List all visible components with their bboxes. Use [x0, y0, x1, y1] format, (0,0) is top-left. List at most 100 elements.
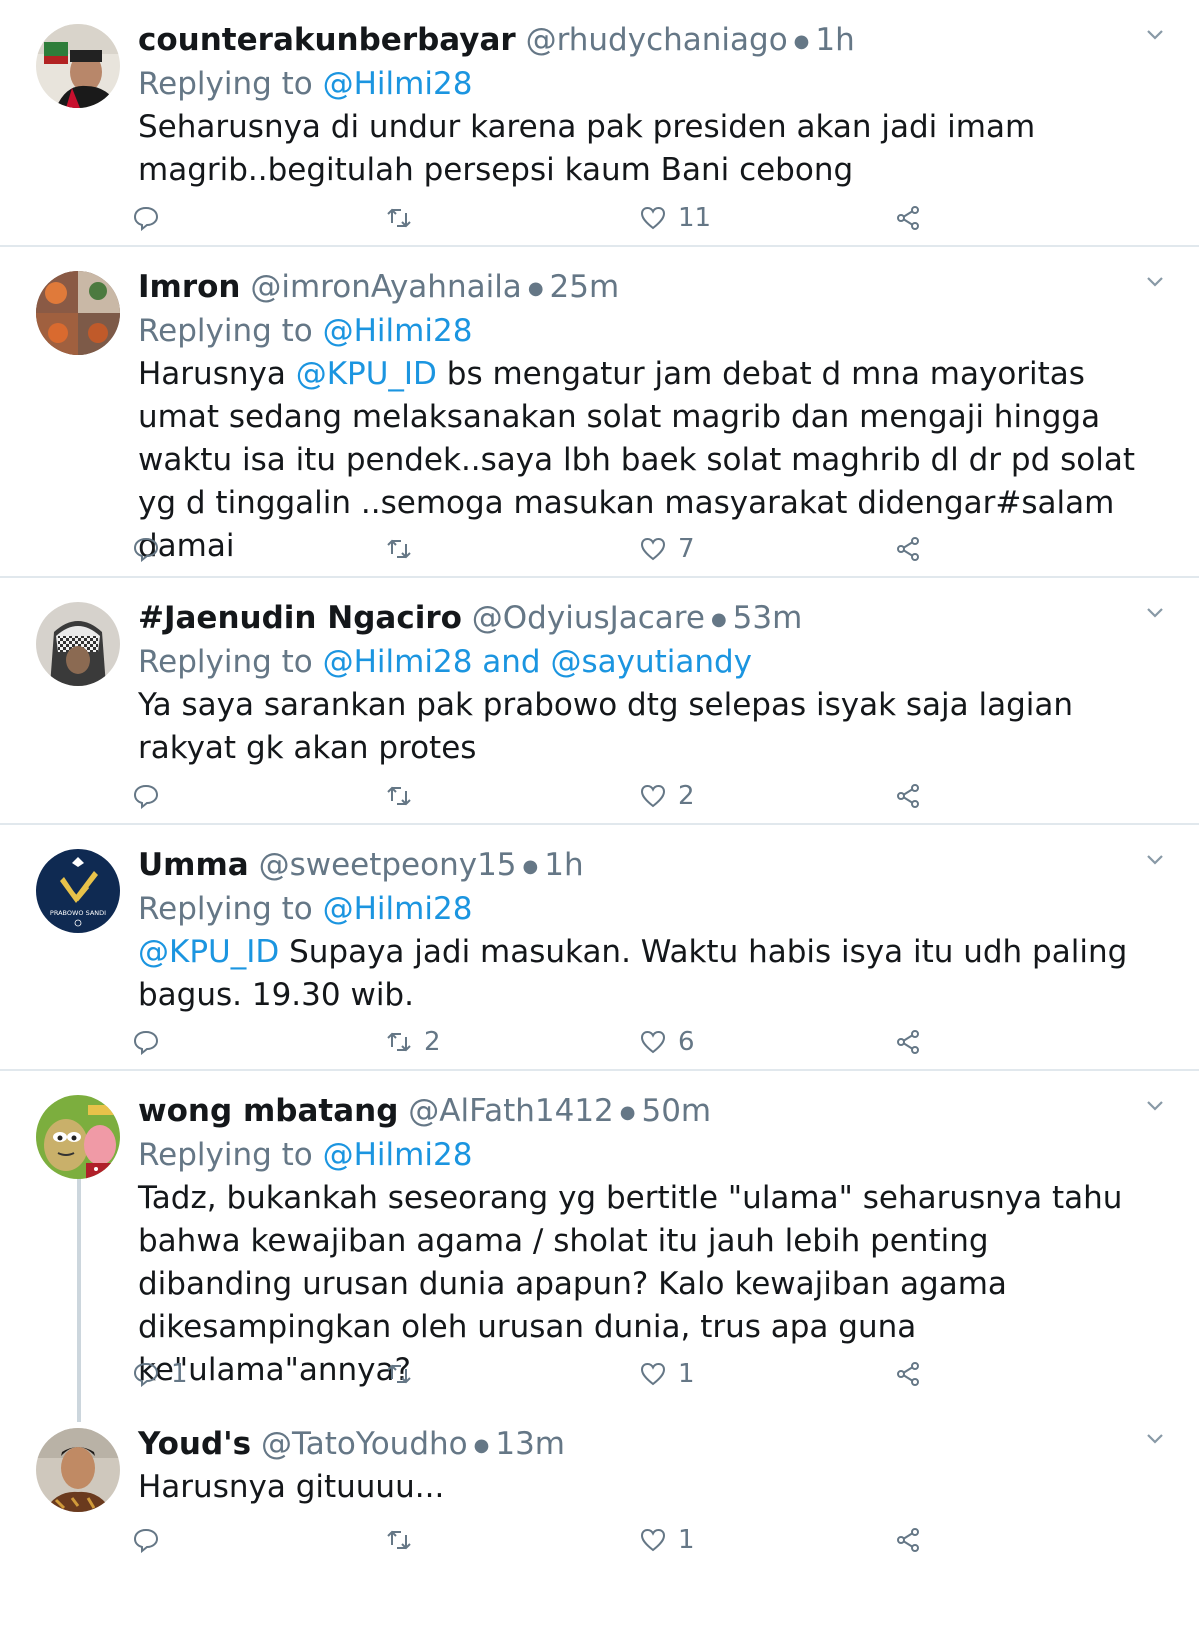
- tweet-text-prefix: Harusnya: [138, 356, 296, 392]
- timestamp[interactable]: 53m: [733, 600, 803, 636]
- retweet-icon: [387, 1530, 411, 1550]
- retweet-icon: [387, 1364, 411, 1384]
- tweet-text-content: Ya saya sarankan pak prabowo dtg selepas…: [138, 687, 1074, 766]
- replying-to-line: Replying to @Hilmi28: [138, 309, 472, 353]
- display-name[interactable]: wong mbatang: [138, 1093, 398, 1129]
- like-button[interactable]: 1: [640, 1354, 695, 1394]
- retweet-button[interactable]: 2: [386, 1022, 441, 1062]
- separator-dot: ●: [710, 608, 727, 630]
- user-avatar[interactable]: [36, 1095, 120, 1179]
- mention-link[interactable]: @Hilmi28: [323, 66, 473, 102]
- tweet-text: Harusnya gituuuu...: [138, 1466, 1148, 1509]
- retweet-icon: [387, 208, 411, 228]
- share-button[interactable]: [895, 198, 921, 238]
- chevron-down-icon[interactable]: [1144, 1428, 1166, 1450]
- share-icon: [897, 537, 919, 561]
- user-avatar[interactable]: [36, 602, 120, 686]
- tweet[interactable]: #Jaenudin Ngaciro @OdyiusJacare ● 53m Repl…: [0, 578, 1199, 824]
- like-button[interactable]: 7: [640, 529, 695, 569]
- like-button[interactable]: 1: [640, 1520, 695, 1560]
- reply-button[interactable]: 1: [133, 1354, 188, 1394]
- tweet-text-content: Harusnya gituuuu...: [138, 1469, 445, 1505]
- tweet[interactable]: counterakunberbayar @rhudychaniago ● 1h Re…: [0, 0, 1199, 246]
- like-button[interactable]: 6: [640, 1022, 695, 1062]
- user-handle[interactable]: @imronAyahnaila: [250, 269, 521, 305]
- like-count: 6: [678, 1027, 695, 1057]
- tweet-text-content: Supaya jadi masukan. Waktu habis isya it…: [138, 934, 1128, 1013]
- reply-icon: [133, 784, 159, 809]
- user-avatar[interactable]: PRABOWO SANDI: [36, 849, 120, 933]
- chevron-down-icon[interactable]: [1144, 24, 1166, 46]
- user-handle[interactable]: @sweetpeony15: [259, 847, 517, 883]
- share-button[interactable]: [895, 529, 921, 569]
- display-name[interactable]: counterakunberbayar: [138, 22, 516, 58]
- tweet[interactable]: Imron @imronAyahnaila ● 25m Replying to @H…: [0, 247, 1199, 577]
- tweet[interactable]: PRABOWO SANDI Umma @sweetpeony15 ● 1h Repl…: [0, 825, 1199, 1070]
- share-icon: [897, 1528, 919, 1552]
- display-name[interactable]: #Jaenudin Ngaciro: [138, 600, 462, 636]
- user-handle[interactable]: @AlFath1412: [408, 1093, 614, 1129]
- mention-link[interactable]: @KPU_ID: [296, 356, 437, 392]
- mention-link[interactable]: @Hilmi28: [323, 891, 473, 927]
- mention-link[interactable]: @sayutiandy: [550, 644, 752, 680]
- reply-icon: [133, 1362, 159, 1387]
- display-name[interactable]: Imron: [138, 269, 241, 305]
- tweet[interactable]: Youd's @TatoYoudho ● 13m Harusnya gituuuu.…: [0, 1414, 1199, 1634]
- chevron-down-icon[interactable]: [1144, 849, 1166, 871]
- heart-icon: [640, 1030, 666, 1054]
- heart-icon: [640, 537, 666, 561]
- user-avatar[interactable]: [36, 1428, 120, 1512]
- heart-icon: [640, 206, 666, 230]
- reply-count: 1: [171, 1359, 188, 1389]
- chevron-down-icon[interactable]: [1144, 1095, 1166, 1117]
- reply-icon: [133, 537, 159, 562]
- reply-button[interactable]: [133, 776, 171, 816]
- share-button[interactable]: [895, 1022, 921, 1062]
- like-button[interactable]: 11: [640, 198, 711, 238]
- reply-button[interactable]: [133, 1022, 171, 1062]
- retweet-icon: [387, 1032, 411, 1052]
- reply-button[interactable]: [133, 198, 171, 238]
- like-count: 1: [678, 1525, 695, 1555]
- retweet-icon: [387, 539, 411, 559]
- chevron-down-icon[interactable]: [1144, 602, 1166, 624]
- retweet-button[interactable]: [386, 529, 424, 569]
- timestamp[interactable]: 50m: [641, 1093, 711, 1129]
- reply-button[interactable]: [133, 529, 171, 569]
- share-button[interactable]: [895, 1520, 921, 1560]
- timestamp[interactable]: 1h: [815, 22, 854, 58]
- user-avatar[interactable]: [36, 271, 120, 355]
- mention-link[interactable]: @Hilmi28: [323, 313, 473, 349]
- share-button[interactable]: [895, 776, 921, 816]
- heart-icon: [640, 784, 666, 808]
- timestamp[interactable]: 13m: [495, 1426, 565, 1462]
- reply-button[interactable]: [133, 1520, 171, 1560]
- like-count: 11: [678, 203, 712, 233]
- retweet-button[interactable]: [386, 198, 424, 238]
- retweet-button[interactable]: [386, 1520, 424, 1560]
- share-button[interactable]: [895, 1354, 921, 1394]
- user-handle[interactable]: @OdyiusJacare: [472, 600, 705, 636]
- mention-link[interactable]: @KPU_ID: [138, 934, 279, 970]
- replying-to-label: Replying to: [138, 891, 323, 927]
- mention-link[interactable]: @Hilmi28: [323, 644, 473, 680]
- share-icon: [897, 784, 919, 808]
- display-name[interactable]: Umma: [138, 847, 249, 883]
- display-name[interactable]: Youd's: [138, 1426, 251, 1462]
- like-button[interactable]: 2: [640, 776, 695, 816]
- mention-link[interactable]: @Hilmi28: [323, 1137, 473, 1173]
- separator-dot: ●: [473, 1434, 490, 1456]
- share-icon: [897, 1030, 919, 1054]
- timestamp[interactable]: 1h: [544, 847, 583, 883]
- user-handle[interactable]: @rhudychaniago: [526, 22, 788, 58]
- retweet-button[interactable]: [386, 776, 424, 816]
- timestamp[interactable]: 25m: [550, 269, 620, 305]
- tweet-text: Seharusnya di undur karena pak presiden …: [138, 106, 1148, 192]
- tweet[interactable]: wong mbatang @AlFath1412 ● 50m Replying to…: [0, 1071, 1199, 1414]
- user-handle[interactable]: @TatoYoudho: [261, 1426, 468, 1462]
- separator-dot: ●: [522, 855, 539, 877]
- chevron-down-icon[interactable]: [1144, 271, 1166, 293]
- share-icon: [897, 206, 919, 230]
- user-avatar[interactable]: [36, 24, 120, 108]
- retweet-button[interactable]: [386, 1354, 424, 1394]
